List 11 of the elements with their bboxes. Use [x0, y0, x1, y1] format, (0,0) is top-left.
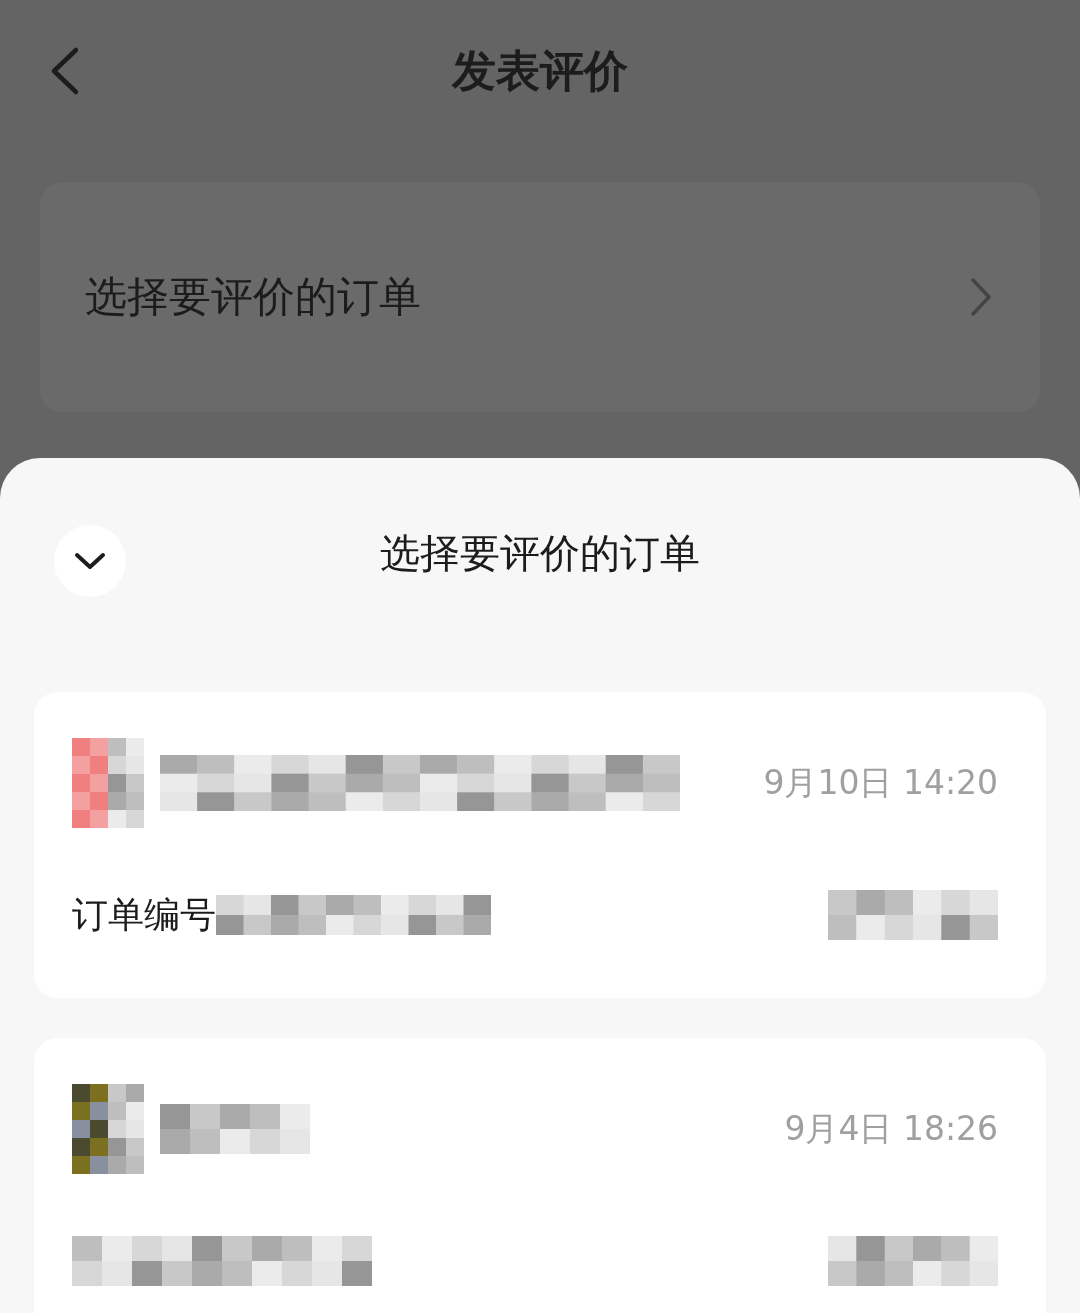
order-date: 9月10日 14:20 — [763, 761, 998, 804]
page-title: 发表评价 — [452, 43, 628, 98]
sheet-title: 选择要评价的订单 — [380, 528, 700, 578]
chevron-down-icon — [74, 552, 106, 570]
order-date: 9月4日 18:26 — [784, 1107, 998, 1150]
select-order-row[interactable]: 选择要评价的订单 — [40, 182, 1040, 412]
order-card[interactable]: 9月10日 14:20 订单编号 — [34, 692, 1046, 998]
order-number-label: 订单编号 — [72, 892, 216, 937]
select-order-label: 选择要评价的订单 — [85, 271, 421, 323]
chevron-right-icon — [970, 277, 992, 317]
order-card[interactable]: 9月4日 18:26 — [34, 1038, 1046, 1313]
